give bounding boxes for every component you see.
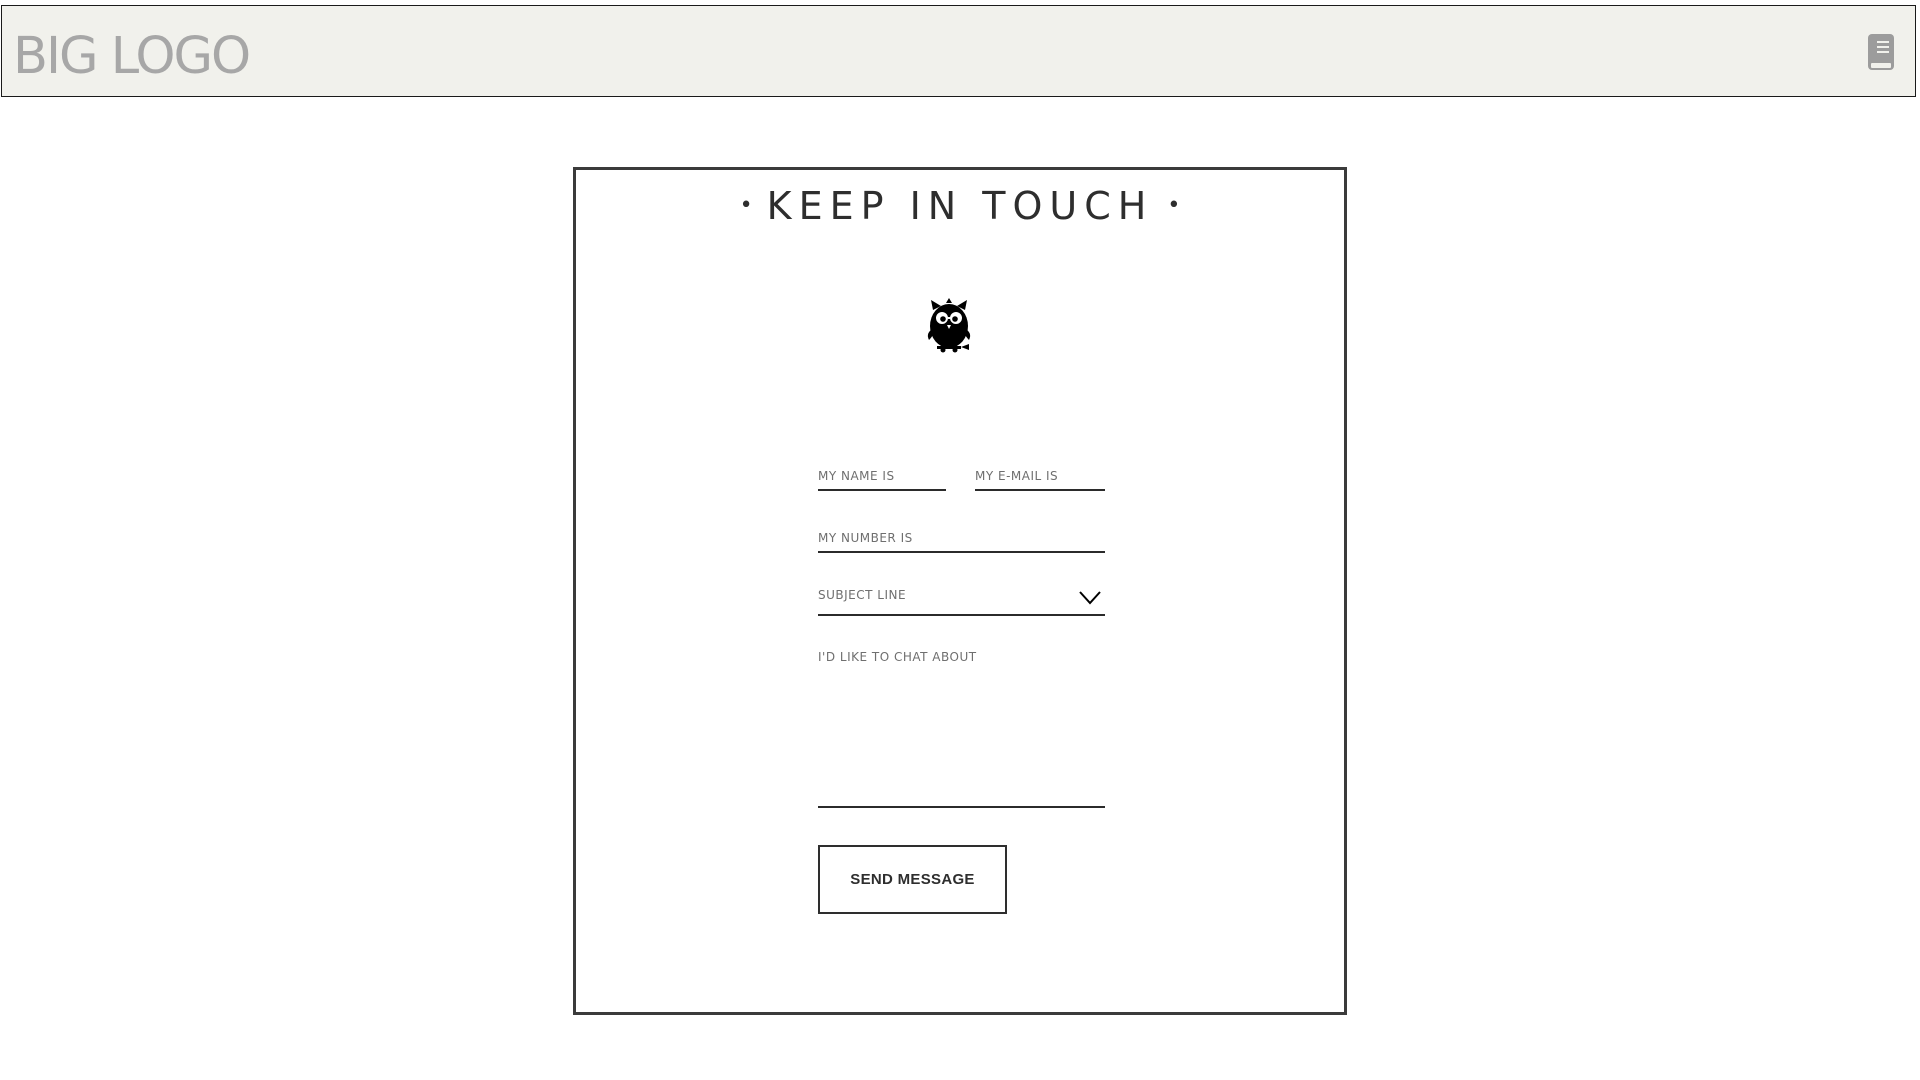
owl-icon [927,298,971,353]
subject-select[interactable]: SUBJECT LINE [818,581,1105,616]
name-input[interactable] [818,458,946,489]
site-header: BIG LOGO [1,5,1916,97]
email-field [975,458,1105,491]
number-input[interactable] [818,520,1105,551]
contact-title-text: KEEP IN TOUCH [766,184,1154,228]
menu-button[interactable] [1867,33,1895,71]
chevron-down-icon [1079,591,1101,605]
number-field [818,520,1105,553]
contact-card: • KEEP IN TOUCH • SUBJECT LINE [573,167,1347,1015]
title-dot-left: • [739,192,753,218]
message-textarea[interactable] [818,644,1105,806]
contact-title: • KEEP IN TOUCH • [576,182,1344,233]
book-icon [1868,34,1894,70]
title-dot-right: • [1167,192,1181,218]
site-logo[interactable]: BIG LOGO [13,26,251,88]
email-input[interactable] [975,458,1105,489]
message-field [818,644,1105,808]
subject-select-label: SUBJECT LINE [818,588,907,602]
name-field [818,458,946,491]
send-message-button[interactable]: SEND MESSAGE [818,845,1007,914]
